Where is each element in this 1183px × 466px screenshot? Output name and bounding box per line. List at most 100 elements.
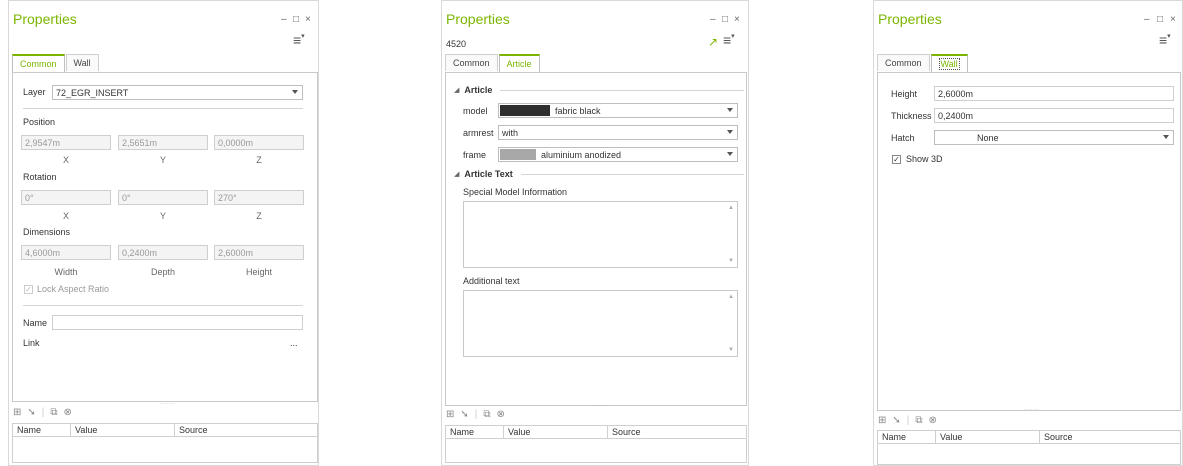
scroll-down-icon[interactable]: ▼ xyxy=(728,347,734,353)
hatch-label: Hatch xyxy=(891,133,915,143)
add-icon[interactable]: ⊞ xyxy=(446,409,454,420)
position-label: Position xyxy=(23,117,56,127)
hatch-dropdown[interactable]: None xyxy=(934,130,1174,145)
menu-icon[interactable]: ≡▾ xyxy=(723,32,735,48)
grid-header-value[interactable]: Value xyxy=(504,426,608,438)
panel-title: Properties xyxy=(13,11,77,27)
additional-text-textarea[interactable]: ▲ ▼ xyxy=(463,290,738,357)
rotation-z-field[interactable]: 270° xyxy=(214,190,304,205)
axis-x-label: X xyxy=(62,211,69,221)
minimize-button[interactable]: – xyxy=(281,14,287,25)
axis-y-label: Y xyxy=(159,211,166,221)
resize-grip[interactable]: ····· xyxy=(1024,407,1039,413)
tab-common[interactable]: Common xyxy=(12,54,65,72)
collapse-triangle-icon[interactable]: ◢ xyxy=(454,170,459,178)
chevron-down-icon xyxy=(727,130,733,134)
position-x-field[interactable]: 2,9547m xyxy=(21,135,111,150)
link-label: Link xyxy=(23,338,40,348)
tab-article[interactable]: Article xyxy=(498,54,540,72)
menu-icon[interactable]: ≡▾ xyxy=(1159,32,1171,48)
properties-grid: Name Value Source xyxy=(877,430,1181,465)
name-input[interactable] xyxy=(52,315,303,330)
grid-header-source[interactable]: Source xyxy=(175,424,317,436)
copy-icon[interactable]: ⧉ xyxy=(50,407,57,418)
layer-dropdown[interactable]: 72_EGR_INSERT xyxy=(52,85,303,100)
scroll-down-icon[interactable]: ▼ xyxy=(728,258,734,264)
pointer-icon[interactable]: ➘ xyxy=(892,415,900,426)
tab-wall[interactable]: Wall xyxy=(65,54,99,71)
hatch-value: None xyxy=(977,133,999,143)
rotation-x-field[interactable]: 0° xyxy=(21,190,111,205)
rotation-y-field[interactable]: 0° xyxy=(118,190,208,205)
maximize-button[interactable]: □ xyxy=(1157,14,1163,25)
properties-grid: Name Value Source xyxy=(445,425,747,463)
close-button[interactable]: × xyxy=(734,14,740,25)
layer-value: 72_EGR_INSERT xyxy=(56,88,129,98)
add-icon[interactable]: ⊞ xyxy=(13,407,21,418)
height-caption: Height xyxy=(245,267,272,277)
armrest-dropdown[interactable]: with xyxy=(498,125,738,140)
properties-grid: Name Value Source xyxy=(12,423,318,463)
pin-icon[interactable]: ↗ xyxy=(708,35,718,49)
delete-icon[interactable]: ⊗ xyxy=(497,409,505,420)
depth-field[interactable]: 0,2400m xyxy=(118,245,208,260)
pointer-icon[interactable]: ➘ xyxy=(460,409,468,420)
scroll-up-icon[interactable]: ▲ xyxy=(728,294,734,300)
grid-header-name[interactable]: Name xyxy=(13,424,71,436)
properties-panel-article: Properties – □ × 4520 ↗ ≡▾ Common Articl… xyxy=(441,0,749,466)
height-field[interactable]: 2,6000m xyxy=(214,245,304,260)
height-input[interactable]: 2,6000m xyxy=(934,86,1174,101)
link-more-button[interactable]: ... xyxy=(290,338,298,348)
model-dropdown[interactable]: fabric black xyxy=(498,103,738,118)
grid-header-value[interactable]: Value xyxy=(936,431,1040,443)
maximize-button[interactable]: □ xyxy=(293,14,299,25)
dimensions-label: Dimensions xyxy=(23,227,71,237)
copy-icon[interactable]: ⧉ xyxy=(915,415,922,426)
maximize-button[interactable]: □ xyxy=(722,14,728,25)
chevron-down-icon xyxy=(727,152,733,156)
axis-x-label: X xyxy=(62,155,69,165)
section-article-text-header[interactable]: ◢ Article Text xyxy=(454,169,744,179)
tab-wall-label: Wall xyxy=(938,58,960,70)
resize-grip[interactable]: ····· xyxy=(160,401,175,407)
section-article-title: Article xyxy=(464,85,493,95)
close-button[interactable]: × xyxy=(1170,14,1176,25)
grid-header-source[interactable]: Source xyxy=(608,426,746,438)
special-info-label: Special Model Information xyxy=(463,187,568,197)
tab-common[interactable]: Common xyxy=(445,54,498,71)
add-icon[interactable]: ⊞ xyxy=(878,415,886,426)
tab-common[interactable]: Common xyxy=(877,54,930,71)
grid-header-name[interactable]: Name xyxy=(446,426,504,438)
resize-grip[interactable]: ····· xyxy=(591,403,606,409)
minimize-button[interactable]: – xyxy=(1144,14,1150,25)
name-label: Name xyxy=(23,318,48,328)
position-z-field[interactable]: 0,0000m xyxy=(214,135,304,150)
grid-header-name[interactable]: Name xyxy=(878,431,936,443)
grid-header-value[interactable]: Value xyxy=(71,424,175,436)
thickness-input[interactable]: 0,2400m xyxy=(934,108,1174,123)
collapse-triangle-icon[interactable]: ◢ xyxy=(454,86,459,94)
delete-icon[interactable]: ⊗ xyxy=(64,407,72,418)
show-3d-checkbox[interactable]: ✓ xyxy=(892,155,901,164)
width-field[interactable]: 4,6000m xyxy=(21,245,111,260)
position-y-field[interactable]: 2,5651m xyxy=(118,135,208,150)
axis-z-label: Z xyxy=(256,155,262,165)
grid-header-source[interactable]: Source xyxy=(1040,431,1180,443)
thickness-label: Thickness xyxy=(891,111,932,121)
lock-aspect-checkbox[interactable]: ✓ xyxy=(24,285,33,294)
chevron-down-icon xyxy=(292,90,298,94)
minimize-button[interactable]: – xyxy=(710,14,716,25)
tab-wall[interactable]: Wall xyxy=(930,54,968,72)
frame-dropdown[interactable]: aluminium anodized xyxy=(498,147,738,162)
special-info-textarea[interactable]: ▲ ▼ xyxy=(463,201,738,268)
depth-caption: Depth xyxy=(150,267,176,277)
scroll-up-icon[interactable]: ▲ xyxy=(728,205,734,211)
copy-icon[interactable]: ⧉ xyxy=(483,409,490,420)
divider xyxy=(500,89,744,91)
delete-icon[interactable]: ⊗ xyxy=(929,415,937,426)
section-article-header[interactable]: ◢ Article xyxy=(454,85,744,95)
close-button[interactable]: × xyxy=(305,14,311,25)
pointer-icon[interactable]: ➘ xyxy=(27,407,35,418)
rotation-label: Rotation xyxy=(23,172,57,182)
menu-icon[interactable]: ≡▾ xyxy=(293,32,305,48)
